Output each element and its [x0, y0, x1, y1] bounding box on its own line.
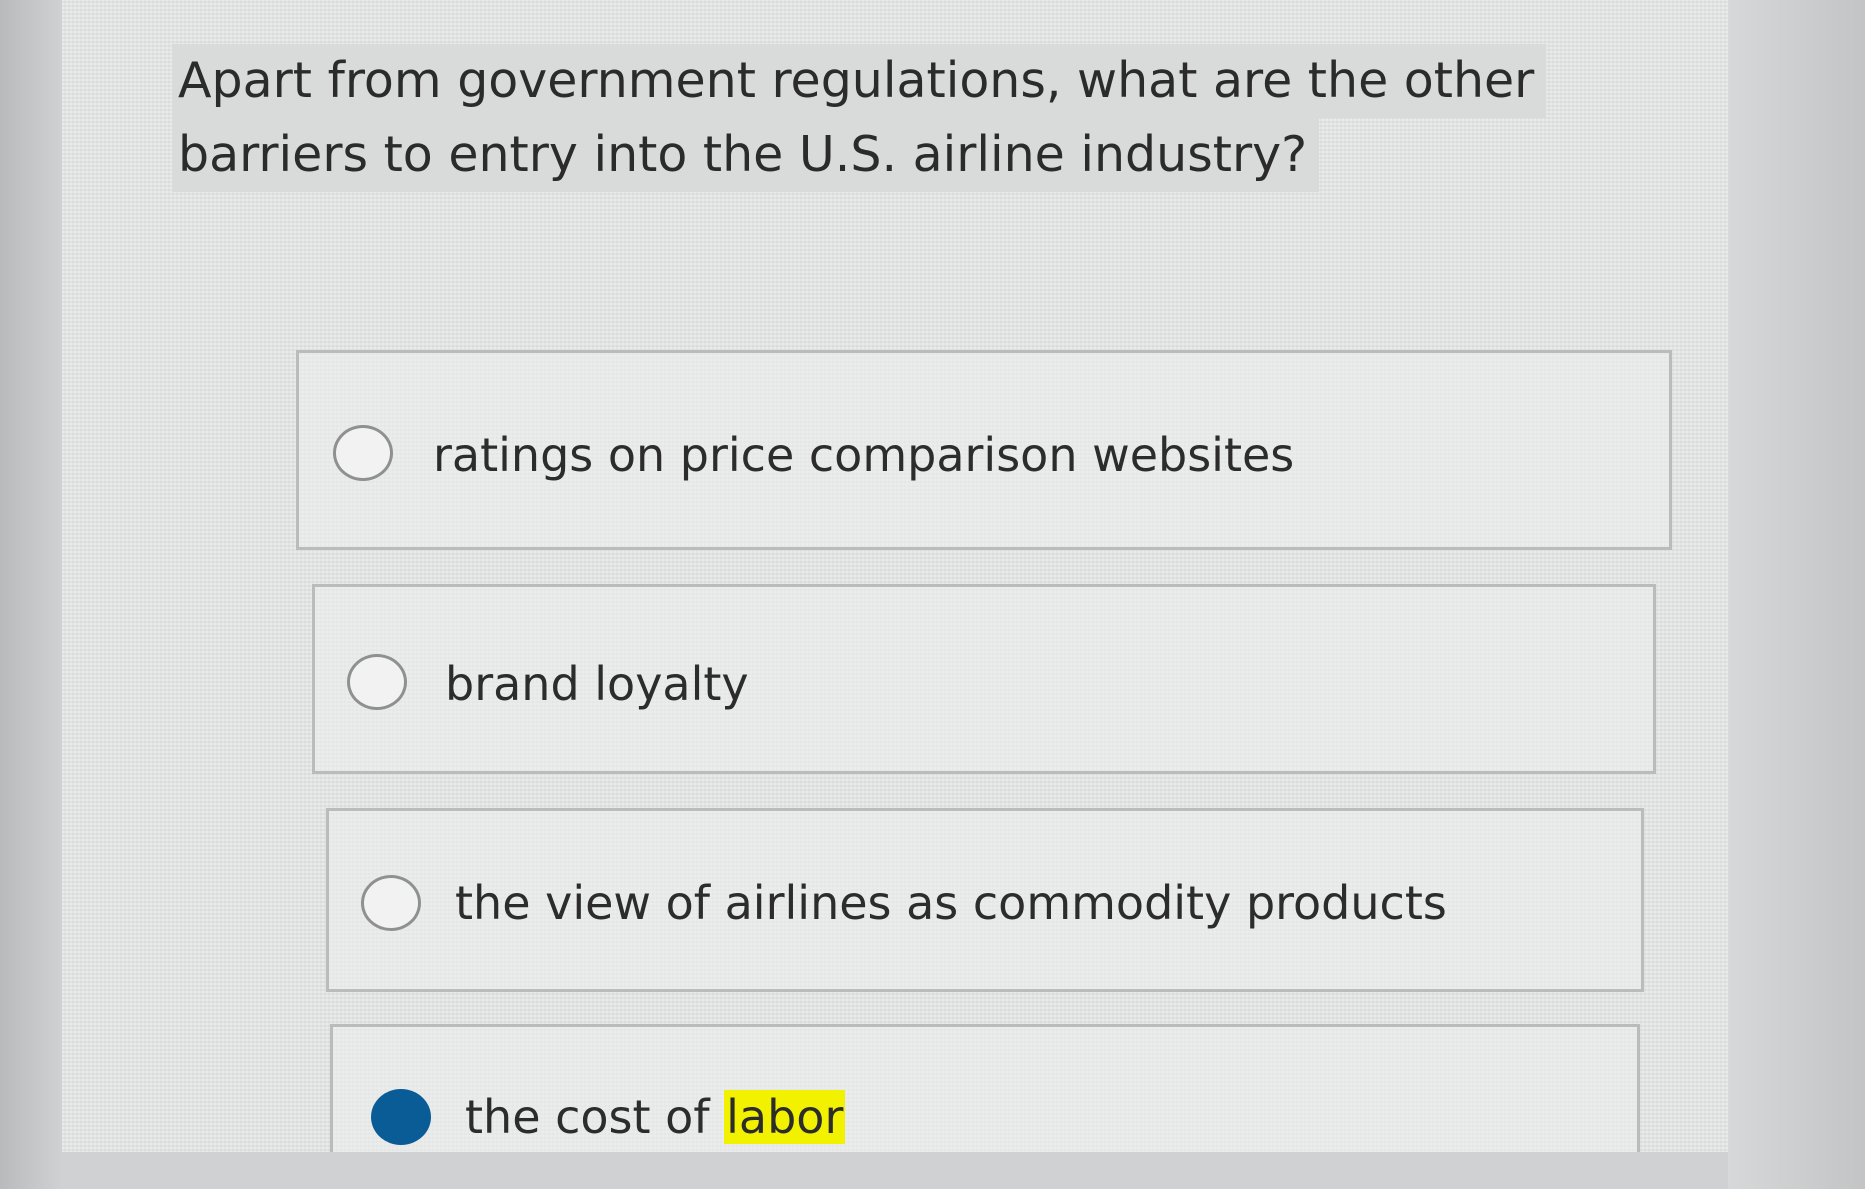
question-line-1: Apart from government regulations, what …	[172, 44, 1547, 118]
radio-button-3[interactable]	[361, 875, 421, 931]
answer-option-label-text: the cost of	[465, 1090, 725, 1144]
question-text: Apart from government regulations, what …	[172, 44, 1547, 192]
answer-option-1[interactable]: ratings on price comparison websites	[296, 350, 1672, 550]
answer-option-2[interactable]: brand loyalty	[312, 584, 1656, 774]
question-line-2: barriers to entry into the U.S. airline …	[172, 118, 1320, 192]
answer-option-3[interactable]: the view of airlines as commodity produc…	[326, 808, 1644, 992]
radio-button-1[interactable]	[333, 425, 393, 481]
highlighted-word: labor	[724, 1090, 846, 1144]
radio-button-4-selected[interactable]	[371, 1089, 431, 1145]
monitor-bezel-right	[1728, 0, 1865, 1189]
answer-option-label: the view of airlines as commodity produc…	[455, 876, 1447, 930]
answer-option-label: ratings on price comparison websites	[433, 428, 1295, 482]
answer-option-label: brand loyalty	[445, 657, 749, 711]
answer-option-label: the cost of labor	[465, 1089, 846, 1145]
screen-bottom-edge	[62, 1152, 1728, 1189]
quiz-screen: Apart from government regulations, what …	[62, 0, 1728, 1189]
radio-button-2[interactable]	[347, 654, 407, 710]
monitor-bezel-left	[0, 0, 62, 1189]
